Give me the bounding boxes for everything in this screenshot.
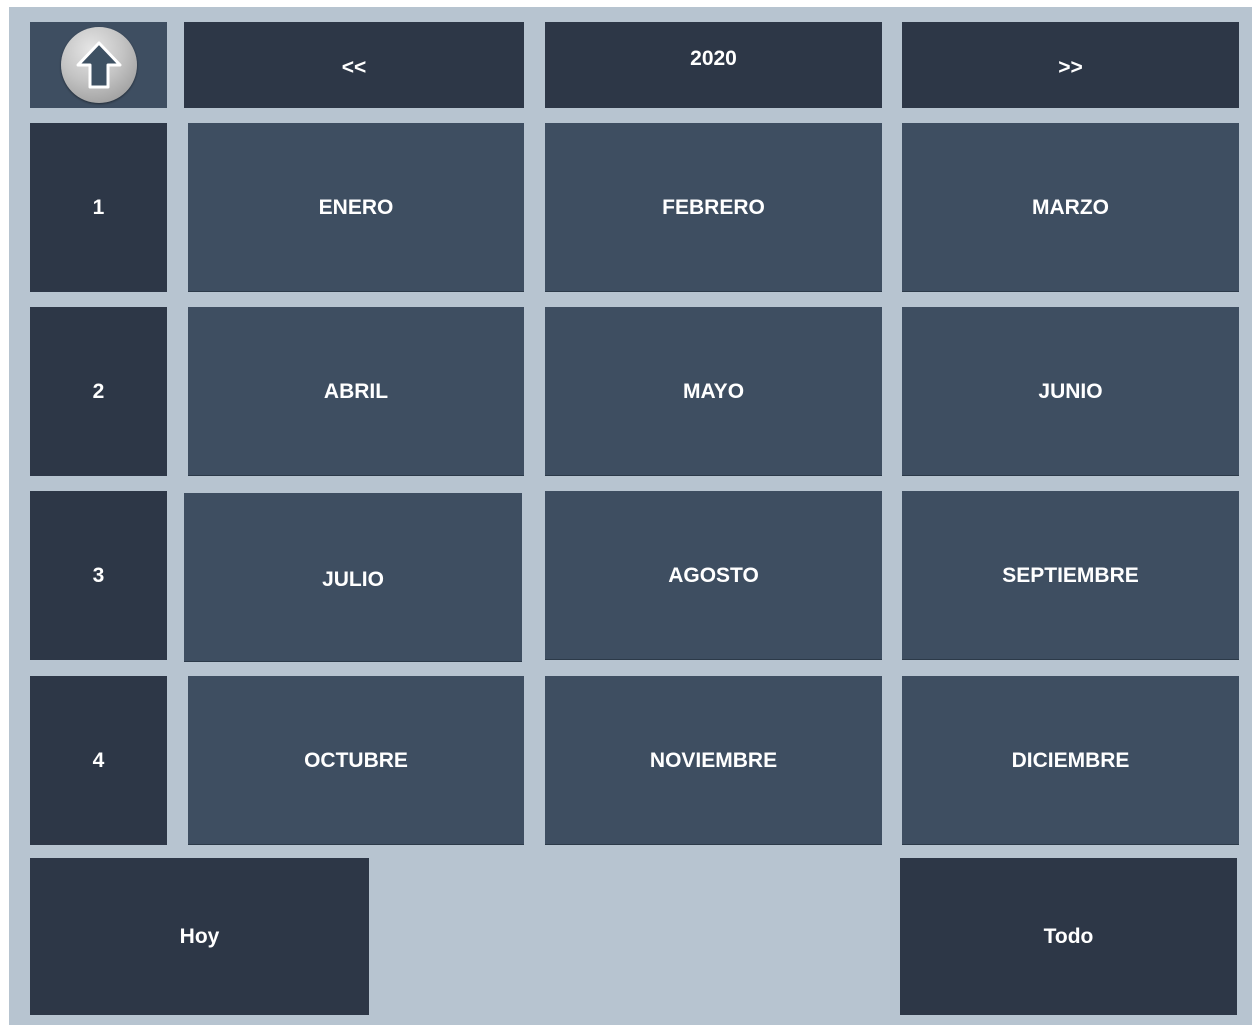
month-button-febrero[interactable]: FEBRERO — [545, 123, 882, 292]
year-text: 2020 — [690, 47, 737, 70]
month-label: ABRIL — [323, 379, 389, 403]
month-button-enero[interactable]: ENERO — [188, 123, 524, 292]
month-label: OCTUBRE — [304, 748, 408, 772]
month-label: MARZO — [1032, 195, 1109, 219]
month-button-octubre[interactable]: OCTUBRE — [188, 676, 524, 845]
all-button[interactable]: Todo — [900, 858, 1237, 1015]
today-button[interactable]: Hoy — [30, 858, 369, 1015]
month-label: FEBRERO — [662, 195, 765, 219]
quarter-label: 4 — [92, 748, 105, 772]
previous-year-button[interactable]: << — [184, 22, 524, 108]
month-label: DICIEMBRE — [1011, 748, 1130, 772]
all-label: Todo — [1043, 924, 1094, 948]
month-button-mayo[interactable]: MAYO — [545, 307, 882, 476]
month-label: JULIO — [322, 567, 384, 591]
month-button-septiembre[interactable]: SEPTIEMBRE — [902, 491, 1239, 660]
quarter-button-2[interactable]: 2 — [30, 307, 167, 476]
next-year-button[interactable]: >> — [902, 22, 1239, 108]
month-button-agosto[interactable]: AGOSTO — [545, 491, 882, 660]
quarter-button-1[interactable]: 1 — [30, 123, 167, 292]
month-label: MAYO — [682, 379, 745, 403]
month-button-noviembre[interactable]: NOVIEMBRE — [545, 676, 882, 845]
month-button-junio[interactable]: JUNIO — [902, 307, 1239, 476]
year-label[interactable]: 2020 — [545, 22, 882, 108]
quarter-label: 2 — [92, 379, 105, 403]
month-label: ENERO — [318, 195, 394, 219]
month-button-marzo[interactable]: MARZO — [902, 123, 1239, 292]
month-picker-panel: << 2020 >> 1 2 3 4 ENERO FEBRERO MARZO A… — [9, 7, 1252, 1025]
previous-year-label: << — [341, 56, 367, 79]
month-label: JUNIO — [1038, 379, 1103, 403]
arrow-up-icon — [60, 27, 137, 103]
quarter-label: 3 — [92, 563, 105, 587]
up-button[interactable] — [30, 22, 167, 108]
month-label: NOVIEMBRE — [649, 748, 778, 772]
month-label: AGOSTO — [668, 563, 759, 587]
today-label: Hoy — [179, 924, 220, 948]
month-button-diciembre[interactable]: DICIEMBRE — [902, 676, 1239, 845]
quarter-label: 1 — [92, 195, 105, 219]
month-label: SEPTIEMBRE — [1002, 563, 1139, 587]
month-button-abril[interactable]: ABRIL — [188, 307, 524, 476]
quarter-button-4[interactable]: 4 — [30, 676, 167, 845]
month-button-julio[interactable]: JULIO — [184, 493, 522, 662]
quarter-button-3[interactable]: 3 — [30, 491, 167, 660]
next-year-label: >> — [1058, 56, 1083, 79]
